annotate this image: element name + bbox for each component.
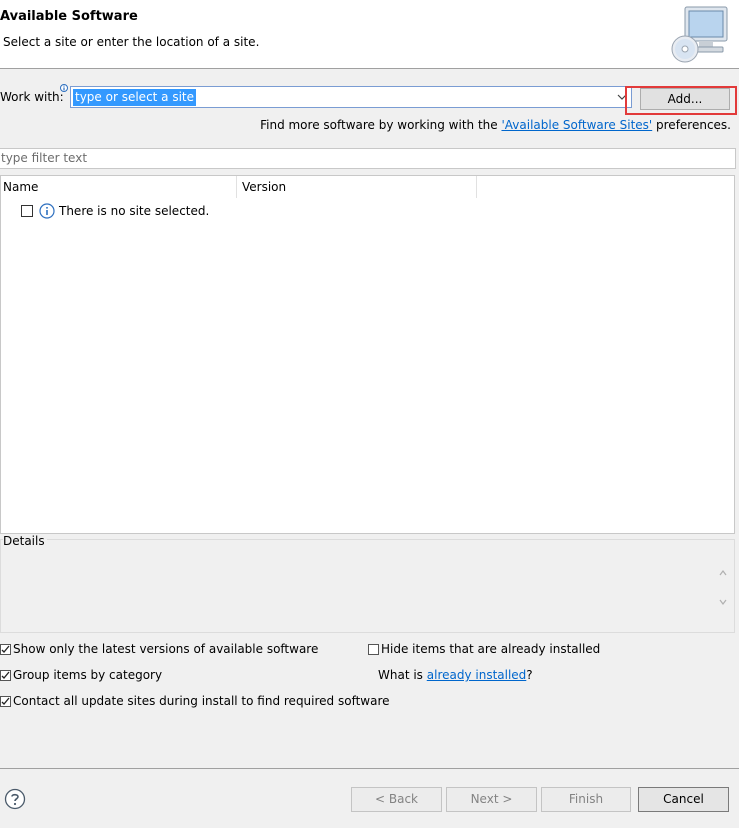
wizard-header: Available Software Select a site or ente… (0, 0, 739, 69)
checkmark-icon (1, 645, 10, 653)
what-is-installed-text: What is already installed? (378, 668, 533, 682)
filter-input[interactable]: type filter text (0, 148, 736, 169)
checkmark-icon (1, 671, 10, 679)
info-icon (39, 203, 55, 219)
next-button[interactable]: Next > (446, 787, 537, 812)
hide-installed-checkbox[interactable] (368, 644, 379, 655)
group-by-category-option[interactable]: Group items by category (0, 668, 162, 684)
page-subtitle: Select a site or enter the location of a… (3, 35, 260, 49)
back-button[interactable]: < Back (351, 787, 442, 812)
contact-all-sites-checkbox[interactable] (0, 696, 11, 707)
details-group (0, 539, 735, 633)
table-row[interactable] (21, 203, 33, 219)
info-decoration-icon (60, 84, 68, 92)
help-icon[interactable] (4, 788, 26, 810)
checkmark-icon (1, 697, 10, 705)
hide-installed-option[interactable]: Hide items that are already installed (368, 642, 600, 658)
column-header-version[interactable]: Version (237, 176, 477, 198)
column-header-name[interactable]: Name (1, 176, 237, 198)
work-with-combo[interactable]: type or select a site (70, 86, 632, 108)
show-latest-checkbox[interactable] (0, 644, 11, 655)
finish-button[interactable]: Finish (541, 787, 631, 812)
contact-all-sites-option[interactable]: Contact all update sites during install … (0, 694, 390, 710)
cancel-button[interactable]: Cancel (638, 787, 729, 812)
already-installed-link[interactable]: already installed (427, 668, 527, 682)
scroll-up-icon[interactable] (718, 568, 728, 578)
work-with-label: Work with: (0, 90, 64, 104)
footer-separator (0, 768, 739, 769)
highlight-annotation (625, 86, 737, 115)
row-checkbox[interactable] (21, 204, 33, 217)
computer-cd-icon (671, 6, 728, 63)
work-with-input[interactable]: type or select a site (73, 89, 197, 106)
row-label: There is no site selected. (59, 204, 210, 218)
show-latest-option[interactable]: Show only the latest versions of availab… (0, 642, 318, 658)
available-sites-link[interactable]: 'Available Software Sites' (501, 118, 652, 132)
software-table: Name Version There is no site selected. (0, 175, 735, 534)
group-by-category-checkbox[interactable] (0, 670, 11, 681)
page-title: Available Software (0, 9, 138, 24)
find-more-text: Find more software by working with the '… (260, 118, 731, 132)
details-label: Details (3, 534, 47, 548)
scroll-down-icon[interactable] (718, 597, 728, 607)
